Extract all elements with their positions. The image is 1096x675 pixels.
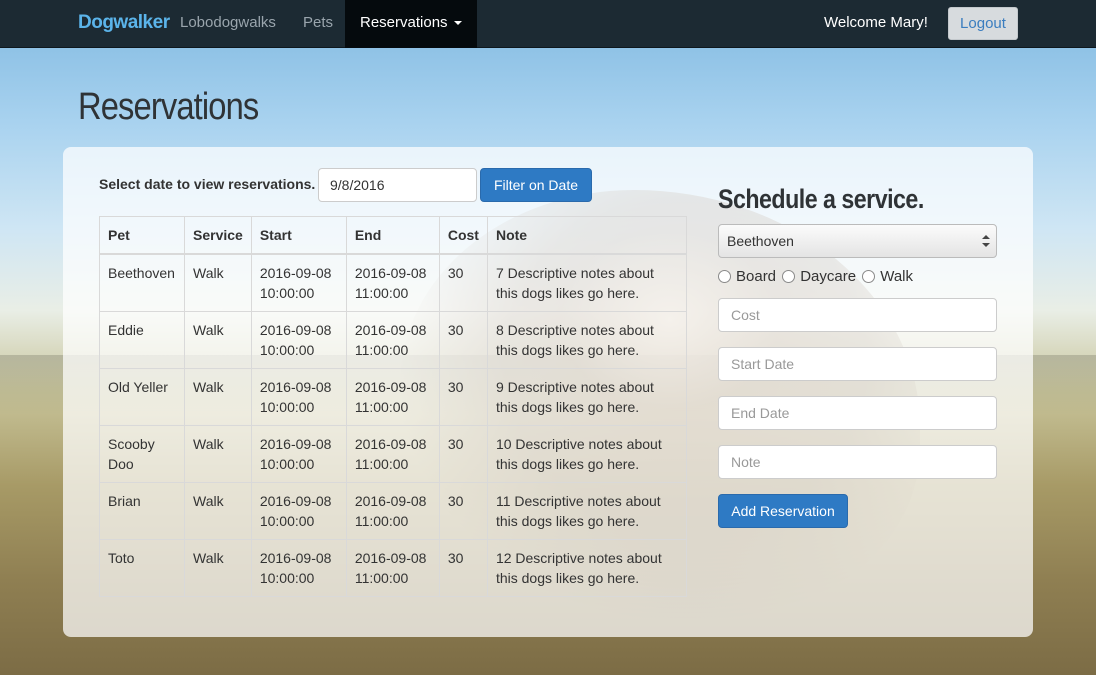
cell-service: Walk [184, 481, 252, 540]
cell-cost: 30 [438, 481, 488, 540]
cell-end: 2016-09-08 11:00:00 [345, 424, 440, 483]
cell-start: 2016-09-08 10:00:00 [250, 367, 347, 426]
welcome-text: Welcome Mary! [824, 14, 928, 31]
cell-cost: 30 [438, 367, 488, 426]
filter-label: Select date to view reservations. [99, 176, 316, 192]
radio-circle-icon[interactable] [862, 270, 876, 283]
caret-down-icon [453, 21, 462, 26]
cell-service: Walk [184, 253, 252, 312]
cell-cost: 30 [438, 424, 488, 483]
cell-end: 2016-09-08 11:00:00 [345, 538, 440, 597]
date-input[interactable]: 9/8/2016 [318, 168, 477, 202]
cell-start: 2016-09-08 10:00:00 [250, 424, 347, 483]
note-field[interactable]: Note [718, 445, 997, 479]
radio-circle-icon[interactable] [718, 270, 731, 283]
radio-board[interactable]: Board [718, 268, 776, 285]
pet-select[interactable]: Beethoven [718, 224, 997, 258]
nav-lobodogwalks[interactable]: Lobodogwalks [180, 0, 276, 48]
page-title: Reservations [78, 86, 259, 128]
column-header-start: Start [250, 216, 347, 255]
table-row: Toto Walk 2016-09-08 10:00:00 2016-09-08… [99, 538, 688, 597]
cell-cost: 30 [438, 538, 488, 597]
cell-service: Walk [184, 310, 252, 369]
column-header-pet: Pet [99, 216, 185, 255]
cell-note: 7 Descriptive notes about this dogs like… [486, 253, 688, 312]
logout-button[interactable]: Logout [948, 7, 1018, 40]
cell-cost: 30 [438, 253, 488, 312]
start-date-field[interactable]: Start Date [718, 347, 997, 381]
cell-end: 2016-09-08 11:00:00 [345, 310, 440, 369]
table-row: Beethoven Walk 2016-09-08 10:00:00 2016-… [99, 253, 688, 312]
navbar: Dogwalker Lobodogwalks Pets Reservations… [0, 0, 1096, 48]
cell-start: 2016-09-08 10:00:00 [250, 538, 347, 597]
select-arrows-icon [982, 235, 990, 247]
radio-label-walk: Walk [880, 268, 914, 285]
cell-note: 12 Descriptive notes about this dogs lik… [486, 538, 688, 597]
cell-service: Walk [184, 367, 252, 426]
cell-pet: Scooby Doo [99, 424, 185, 483]
cell-note: 10 Descriptive notes about this dogs lik… [486, 424, 688, 483]
nav-pets[interactable]: Pets [303, 0, 333, 48]
cell-note: 11 Descriptive notes about this dogs lik… [486, 481, 688, 540]
radio-label-board: Board [736, 268, 777, 285]
cell-end: 2016-09-08 11:00:00 [345, 253, 440, 312]
cell-start: 2016-09-08 10:00:00 [250, 481, 347, 540]
cell-pet: Brian [99, 481, 185, 540]
cell-cost: 30 [438, 310, 488, 369]
filter-on-date-button[interactable]: Filter on Date [480, 168, 592, 202]
table-row: Brian Walk 2016-09-08 10:00:00 2016-09-0… [99, 481, 688, 540]
cost-field[interactable]: Cost [718, 298, 997, 332]
cell-pet: Eddie [99, 310, 185, 369]
cell-start: 2016-09-08 10:00:00 [250, 253, 347, 312]
cell-start: 2016-09-08 10:00:00 [250, 310, 347, 369]
cell-service: Walk [184, 424, 252, 483]
column-header-note: Note [486, 216, 688, 255]
service-radio-group: Board Daycare Walk [718, 268, 915, 287]
radio-label-daycare: Daycare [800, 268, 857, 285]
radio-circle-icon[interactable] [782, 270, 796, 283]
radio-daycare[interactable]: Daycare [782, 268, 856, 285]
cell-end: 2016-09-08 11:00:00 [345, 481, 440, 540]
radio-walk[interactable]: Walk [862, 268, 913, 285]
brand-logo[interactable]: Dogwalker [78, 12, 170, 34]
table-row: Eddie Walk 2016-09-08 10:00:00 2016-09-0… [99, 310, 688, 369]
cell-service: Walk [184, 538, 252, 597]
table-row: Scooby Doo Walk 2016-09-08 10:00:00 2016… [99, 424, 688, 483]
cell-pet: Old Yeller [99, 367, 185, 426]
cell-note: 8 Descriptive notes about this dogs like… [486, 310, 688, 369]
schedule-form-title: Schedule a service. [718, 184, 924, 214]
end-date-field[interactable]: End Date [718, 396, 997, 430]
nav-reservations-dropdown[interactable]: Reservations [345, 0, 477, 48]
column-header-end: End [345, 216, 440, 255]
cell-pet: Beethoven [99, 253, 185, 312]
pet-select-value: Beethoven [727, 233, 794, 249]
add-reservation-button[interactable]: Add Reservation [718, 494, 848, 528]
cell-note: 9 Descriptive notes about this dogs like… [486, 367, 688, 426]
reservations-table: Pet Service Start End Cost Note Beethove… [99, 216, 688, 597]
table-row: Old Yeller Walk 2016-09-08 10:00:00 2016… [99, 367, 688, 426]
cell-pet: Toto [99, 538, 185, 597]
column-header-service: Service [184, 216, 252, 255]
nav-reservations-label: Reservations [360, 14, 448, 31]
table-header-row: Pet Service Start End Cost Note [99, 216, 688, 255]
column-header-cost: Cost [438, 216, 488, 255]
cell-end: 2016-09-08 11:00:00 [345, 367, 440, 426]
